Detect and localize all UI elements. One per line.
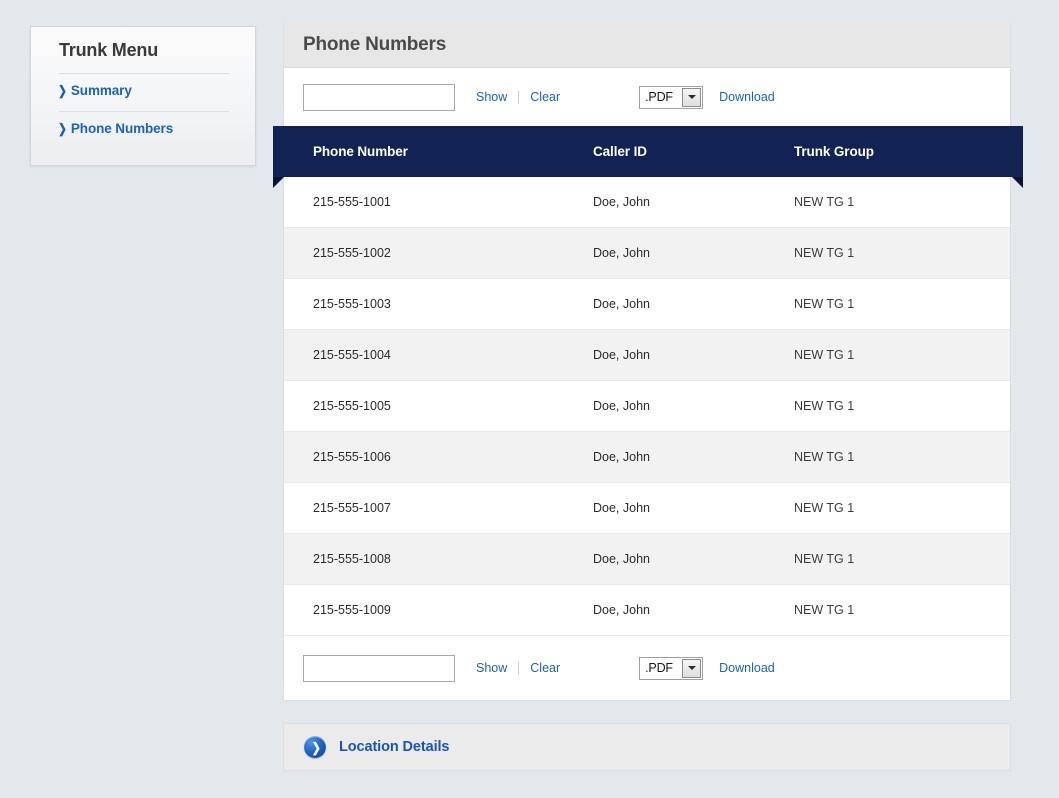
format-select-top[interactable]: .PDF xyxy=(639,85,704,109)
cell-trunk-group: NEW TG 1 xyxy=(794,603,855,617)
cell-trunk-group: NEW TG 1 xyxy=(794,348,855,362)
cell-caller-id: Doe, John xyxy=(593,297,650,311)
cell-trunk-group: NEW TG 1 xyxy=(794,297,855,311)
toolbar-divider xyxy=(518,90,520,104)
filter-input-bottom[interactable] xyxy=(303,654,455,682)
page-title: Phone Numbers xyxy=(303,33,447,55)
cell-caller-id: Doe, John xyxy=(593,450,650,464)
top-toolbar: Show Clear .PDF Download xyxy=(284,68,1010,126)
table-row[interactable]: 215-555-1005 Doe, John NEW TG 1 xyxy=(284,381,1010,432)
cell-trunk-group: NEW TG 1 xyxy=(794,246,855,260)
ribbon-fold-left xyxy=(273,177,284,188)
cell-trunk-group: NEW TG 1 xyxy=(794,552,855,566)
cell-phone-number: 215-555-1002 xyxy=(313,246,391,260)
show-button-bottom[interactable]: Show xyxy=(476,661,507,675)
cell-phone-number: 215-555-1003 xyxy=(313,297,391,311)
cell-trunk-group: NEW TG 1 xyxy=(794,501,855,515)
download-button-top[interactable]: Download xyxy=(719,90,775,104)
toolbar-divider xyxy=(518,661,520,675)
cell-trunk-group: NEW TG 1 xyxy=(794,195,855,209)
sidebar-divider xyxy=(59,111,229,112)
phone-numbers-panel: Phone Numbers Show Clear .PDF Download P… xyxy=(273,22,1023,701)
cell-phone-number: 215-555-1004 xyxy=(313,348,391,362)
cell-phone-number: 215-555-1005 xyxy=(313,399,391,413)
format-select-value: .PDF xyxy=(645,90,673,104)
table-header-ribbon: Phone Number Caller ID Trunk Group xyxy=(273,126,1023,177)
filter-input-top[interactable] xyxy=(303,83,455,111)
table-row[interactable]: 215-555-1002 Doe, John NEW TG 1 xyxy=(284,228,1010,279)
column-header-caller-id: Caller ID xyxy=(593,144,647,159)
show-button-top[interactable]: Show xyxy=(476,90,507,104)
cell-caller-id: Doe, John xyxy=(593,501,650,515)
cell-phone-number: 215-555-1006 xyxy=(313,450,391,464)
cell-phone-number: 215-555-1009 xyxy=(313,603,391,617)
sidebar-item-summary[interactable]: ❯ Summary xyxy=(57,83,132,98)
cell-caller-id: Doe, John xyxy=(593,246,650,260)
clear-button-top[interactable]: Clear xyxy=(530,90,560,104)
cell-phone-number: 215-555-1001 xyxy=(313,195,391,209)
table-row[interactable]: 215-555-1006 Doe, John NEW TG 1 xyxy=(284,432,1010,483)
table-row[interactable]: 215-555-1004 Doe, John NEW TG 1 xyxy=(284,330,1010,381)
column-header-trunk-group: Trunk Group xyxy=(794,144,874,159)
table-row[interactable]: 215-555-1008 Doe, John NEW TG 1 xyxy=(284,534,1010,585)
column-header-phone-number: Phone Number xyxy=(313,144,408,159)
phone-numbers-table: 215-555-1001 Doe, John NEW TG 1 215-555-100… xyxy=(284,177,1010,636)
cell-phone-number: 215-555-1007 xyxy=(313,501,391,515)
cell-trunk-group: NEW TG 1 xyxy=(794,450,855,464)
sidebar-item-label: Phone Numbers xyxy=(70,121,174,136)
table-row[interactable]: 215-555-1003 Doe, John NEW TG 1 xyxy=(284,279,1010,330)
cell-caller-id: Doe, John xyxy=(593,195,650,209)
format-select-value: .PDF xyxy=(645,661,673,675)
chevron-right-circle-icon: ❯ xyxy=(304,736,326,758)
table-row[interactable]: 215-555-1001 Doe, John NEW TG 1 xyxy=(284,177,1010,228)
location-details-accordion[interactable]: ❯ Location Details xyxy=(283,723,1011,771)
sidebar-title: Trunk Menu xyxy=(59,40,159,60)
bottom-toolbar: Show Clear .PDF Download xyxy=(284,636,1010,700)
chevron-right-icon: ❯ xyxy=(58,83,67,98)
chevron-right-icon: ❯ xyxy=(58,121,67,136)
chevron-down-icon[interactable] xyxy=(682,87,702,107)
cell-phone-number: 215-555-1008 xyxy=(313,552,391,566)
cell-caller-id: Doe, John xyxy=(593,552,650,566)
sidebar-item-phone-numbers[interactable]: ❯ Phone Numbers xyxy=(57,121,173,136)
cell-caller-id: Doe, John xyxy=(593,348,650,362)
sidebar-divider xyxy=(59,73,229,74)
download-button-bottom[interactable]: Download xyxy=(719,661,775,675)
panel-title-bar: Phone Numbers xyxy=(284,22,1010,68)
clear-button-bottom[interactable]: Clear xyxy=(530,661,560,675)
trunk-menu-panel: Trunk Menu ❯ Summary ❯ Phone Numbers xyxy=(30,26,256,166)
chevron-down-icon[interactable] xyxy=(682,658,702,678)
table-row[interactable]: 215-555-1007 Doe, John NEW TG 1 xyxy=(284,483,1010,534)
cell-trunk-group: NEW TG 1 xyxy=(794,399,855,413)
format-select-bottom[interactable]: .PDF xyxy=(639,656,704,680)
ribbon-fold-right xyxy=(1012,177,1023,188)
cell-caller-id: Doe, John xyxy=(593,399,650,413)
sidebar-item-label: Summary xyxy=(70,83,132,98)
cell-caller-id: Doe, John xyxy=(593,603,650,617)
page-root: Trunk Menu ❯ Summary ❯ Phone Numbers Pho… xyxy=(0,0,1059,798)
table-row[interactable]: 215-555-1009 Doe, John NEW TG 1 xyxy=(284,585,1010,636)
table-header-zone: Phone Number Caller ID Trunk Group xyxy=(273,126,1023,188)
accordion-label: Location Details xyxy=(339,739,450,755)
